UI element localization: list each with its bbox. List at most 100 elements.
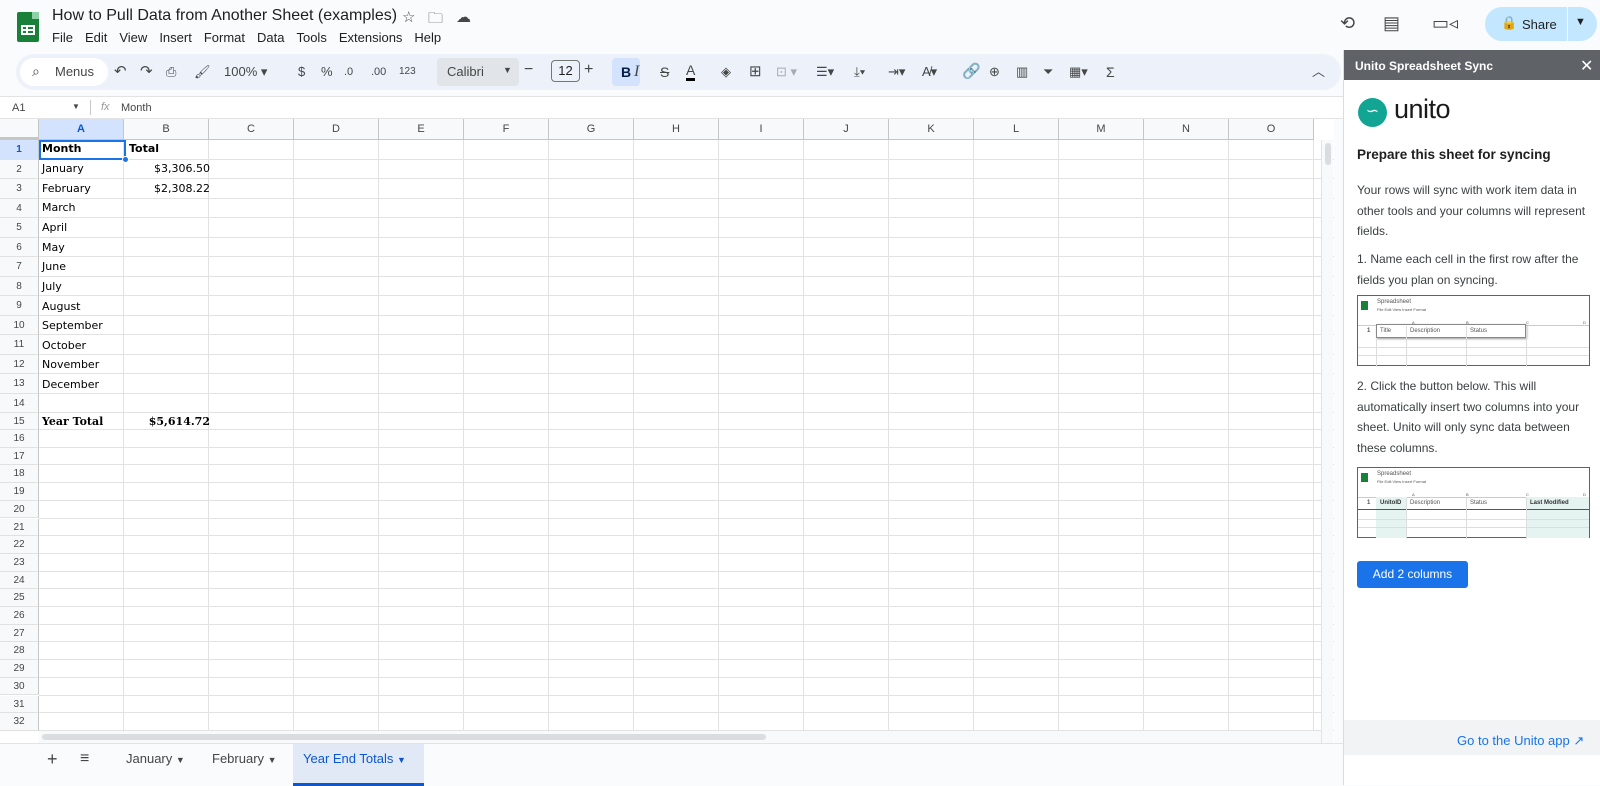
row-header-30[interactable]: 30 (0, 677, 39, 696)
column-header-d[interactable]: D (294, 119, 379, 140)
column-header-h[interactable]: H (634, 119, 719, 140)
vertical-scroll-thumb[interactable] (1325, 143, 1331, 165)
row-header-9[interactable]: 9 (0, 296, 39, 316)
row-header-12[interactable]: 12 (0, 354, 39, 374)
cell-a4[interactable]: March (42, 201, 76, 214)
menu-data[interactable]: Data (251, 30, 290, 45)
name-box-dropdown-icon[interactable]: ▼ (72, 102, 80, 111)
fill-color-icon[interactable]: ◈ (721, 63, 731, 81)
row-header-18[interactable]: 18 (0, 465, 39, 484)
share-button[interactable]: 🔒 Share ▼ (1485, 7, 1597, 41)
decrease-font-size-icon[interactable]: − (524, 61, 533, 79)
document-title[interactable]: How to Pull Data from Another Sheet (exa… (52, 7, 397, 25)
column-header-j[interactable]: J (804, 119, 889, 140)
more-formats-button[interactable]: 123 (399, 63, 416, 81)
menu-edit[interactable]: Edit (79, 30, 113, 45)
font-size-input[interactable]: 12 (551, 60, 580, 82)
name-box[interactable]: A1 (12, 102, 25, 114)
collapse-toolbar-icon[interactable]: ︿ (1312, 63, 1325, 81)
column-header-i[interactable]: I (719, 119, 804, 140)
cell-a2[interactable]: January (42, 162, 84, 175)
font-select[interactable]: Calibri ▼ (437, 58, 519, 86)
filter-views-icon[interactable]: ▦▾ (1069, 63, 1088, 81)
row-header-11[interactable]: 11 (0, 335, 39, 355)
currency-format-button[interactable]: $ (298, 63, 305, 81)
cell-a7[interactable]: June (42, 260, 66, 273)
increase-font-size-icon[interactable]: + (584, 61, 593, 79)
row-header-13[interactable]: 13 (0, 374, 39, 394)
all-sheets-icon[interactable]: ≡ (80, 750, 89, 768)
sheet-tab-year-end-totals[interactable]: Year End Totals ▼ (293, 744, 424, 786)
vertical-scrollbar[interactable] (1321, 140, 1333, 743)
insert-link-icon[interactable]: 🔗 (962, 63, 981, 81)
cloud-status-icon[interactable]: ☁ (456, 8, 471, 26)
redo-icon[interactable]: ↷ (140, 63, 153, 81)
row-header-8[interactable]: 8 (0, 276, 39, 296)
decrease-decimal-button[interactable]: .0 (344, 63, 353, 81)
meet-video-icon[interactable]: ▭◃ (1432, 13, 1458, 34)
row-header-3[interactable]: 3 (0, 179, 39, 199)
row-header-15[interactable]: 15 (0, 413, 39, 430)
row-header-5[interactable]: 5 (0, 218, 39, 238)
column-header-c[interactable]: C (209, 119, 294, 140)
menu-extensions[interactable]: Extensions (333, 30, 409, 45)
row-header-10[interactable]: 10 (0, 315, 39, 335)
version-history-icon[interactable]: ⟲ (1340, 13, 1355, 34)
column-header-l[interactable]: L (974, 119, 1059, 140)
sheet-tab-january[interactable]: January ▼ (112, 744, 196, 786)
vertical-align-icon[interactable]: ⤓▾ (854, 63, 865, 81)
column-header-e[interactable]: E (379, 119, 464, 140)
horizontal-align-icon[interactable]: ☰▾ (816, 63, 834, 81)
cell-b3[interactable]: $2,308.22 (126, 182, 210, 195)
cell-a3[interactable]: February (42, 182, 91, 195)
cell-a13[interactable]: December (42, 378, 99, 391)
borders-icon[interactable]: ⊞ (749, 63, 762, 81)
horizontal-scroll-thumb[interactable] (42, 734, 766, 740)
row-header-16[interactable]: 16 (0, 430, 39, 448)
row-header-25[interactable]: 25 (0, 589, 39, 607)
share-dropdown-icon[interactable]: ▼ (1575, 16, 1586, 28)
cell-b15[interactable]: $5,614.72 (126, 415, 210, 428)
comments-icon[interactable]: ▤ (1383, 13, 1400, 34)
merge-cells-icon[interactable]: ⊡ ▾ (776, 63, 797, 81)
row-header-26[interactable]: 26 (0, 607, 39, 625)
row-header-21[interactable]: 21 (0, 518, 39, 537)
column-header-b[interactable]: B (124, 119, 209, 140)
cell-a11[interactable]: October (42, 339, 86, 352)
select-all-corner[interactable] (0, 119, 39, 140)
row-header-4[interactable]: 4 (0, 198, 39, 218)
cell-a8[interactable]: July (42, 280, 62, 293)
go-to-unito-app-link[interactable]: Go to the Unito app ↗ (1457, 733, 1584, 749)
search-menus[interactable]: ⌕ Menus (20, 58, 108, 86)
text-color-button[interactable]: A (686, 63, 696, 81)
close-icon[interactable]: ✕ (1580, 56, 1593, 76)
row-header-6[interactable]: 6 (0, 237, 39, 257)
cell-b2[interactable]: $3,306.50 (126, 162, 210, 175)
sheet-tab-february[interactable]: February ▼ (198, 744, 288, 786)
increase-decimal-button[interactable]: .00 (371, 63, 386, 81)
cell-a15[interactable]: Year Total (42, 415, 103, 428)
menu-tools[interactable]: Tools (290, 30, 332, 45)
sheets-logo-icon[interactable] (17, 12, 39, 42)
filter-icon[interactable]: ⏷ (1043, 63, 1053, 81)
fill-handle[interactable] (122, 156, 129, 163)
column-header-k[interactable]: K (889, 119, 974, 140)
row-header-24[interactable]: 24 (0, 571, 39, 590)
menu-view[interactable]: View (113, 30, 153, 45)
row-header-32[interactable]: 32 (0, 713, 39, 731)
column-header-m[interactable]: M (1059, 119, 1144, 140)
row-header-14[interactable]: 14 (0, 393, 39, 413)
row-header-31[interactable]: 31 (0, 695, 39, 714)
cell-a10[interactable]: September (42, 319, 103, 332)
menu-help[interactable]: Help (408, 30, 447, 45)
insert-comment-icon[interactable]: ⊕ (989, 63, 1000, 81)
percent-format-button[interactable]: % (321, 63, 333, 81)
formula-input[interactable]: Month (121, 102, 152, 114)
menu-insert[interactable]: Insert (153, 30, 198, 45)
menu-file[interactable]: File (46, 30, 79, 45)
row-header-19[interactable]: 19 (0, 483, 39, 501)
horizontal-scrollbar[interactable] (39, 730, 1321, 743)
row-header-29[interactable]: 29 (0, 660, 39, 678)
text-rotation-icon[interactable]: A̸▾ (922, 63, 937, 81)
row-header-1[interactable]: 1 (0, 140, 39, 160)
